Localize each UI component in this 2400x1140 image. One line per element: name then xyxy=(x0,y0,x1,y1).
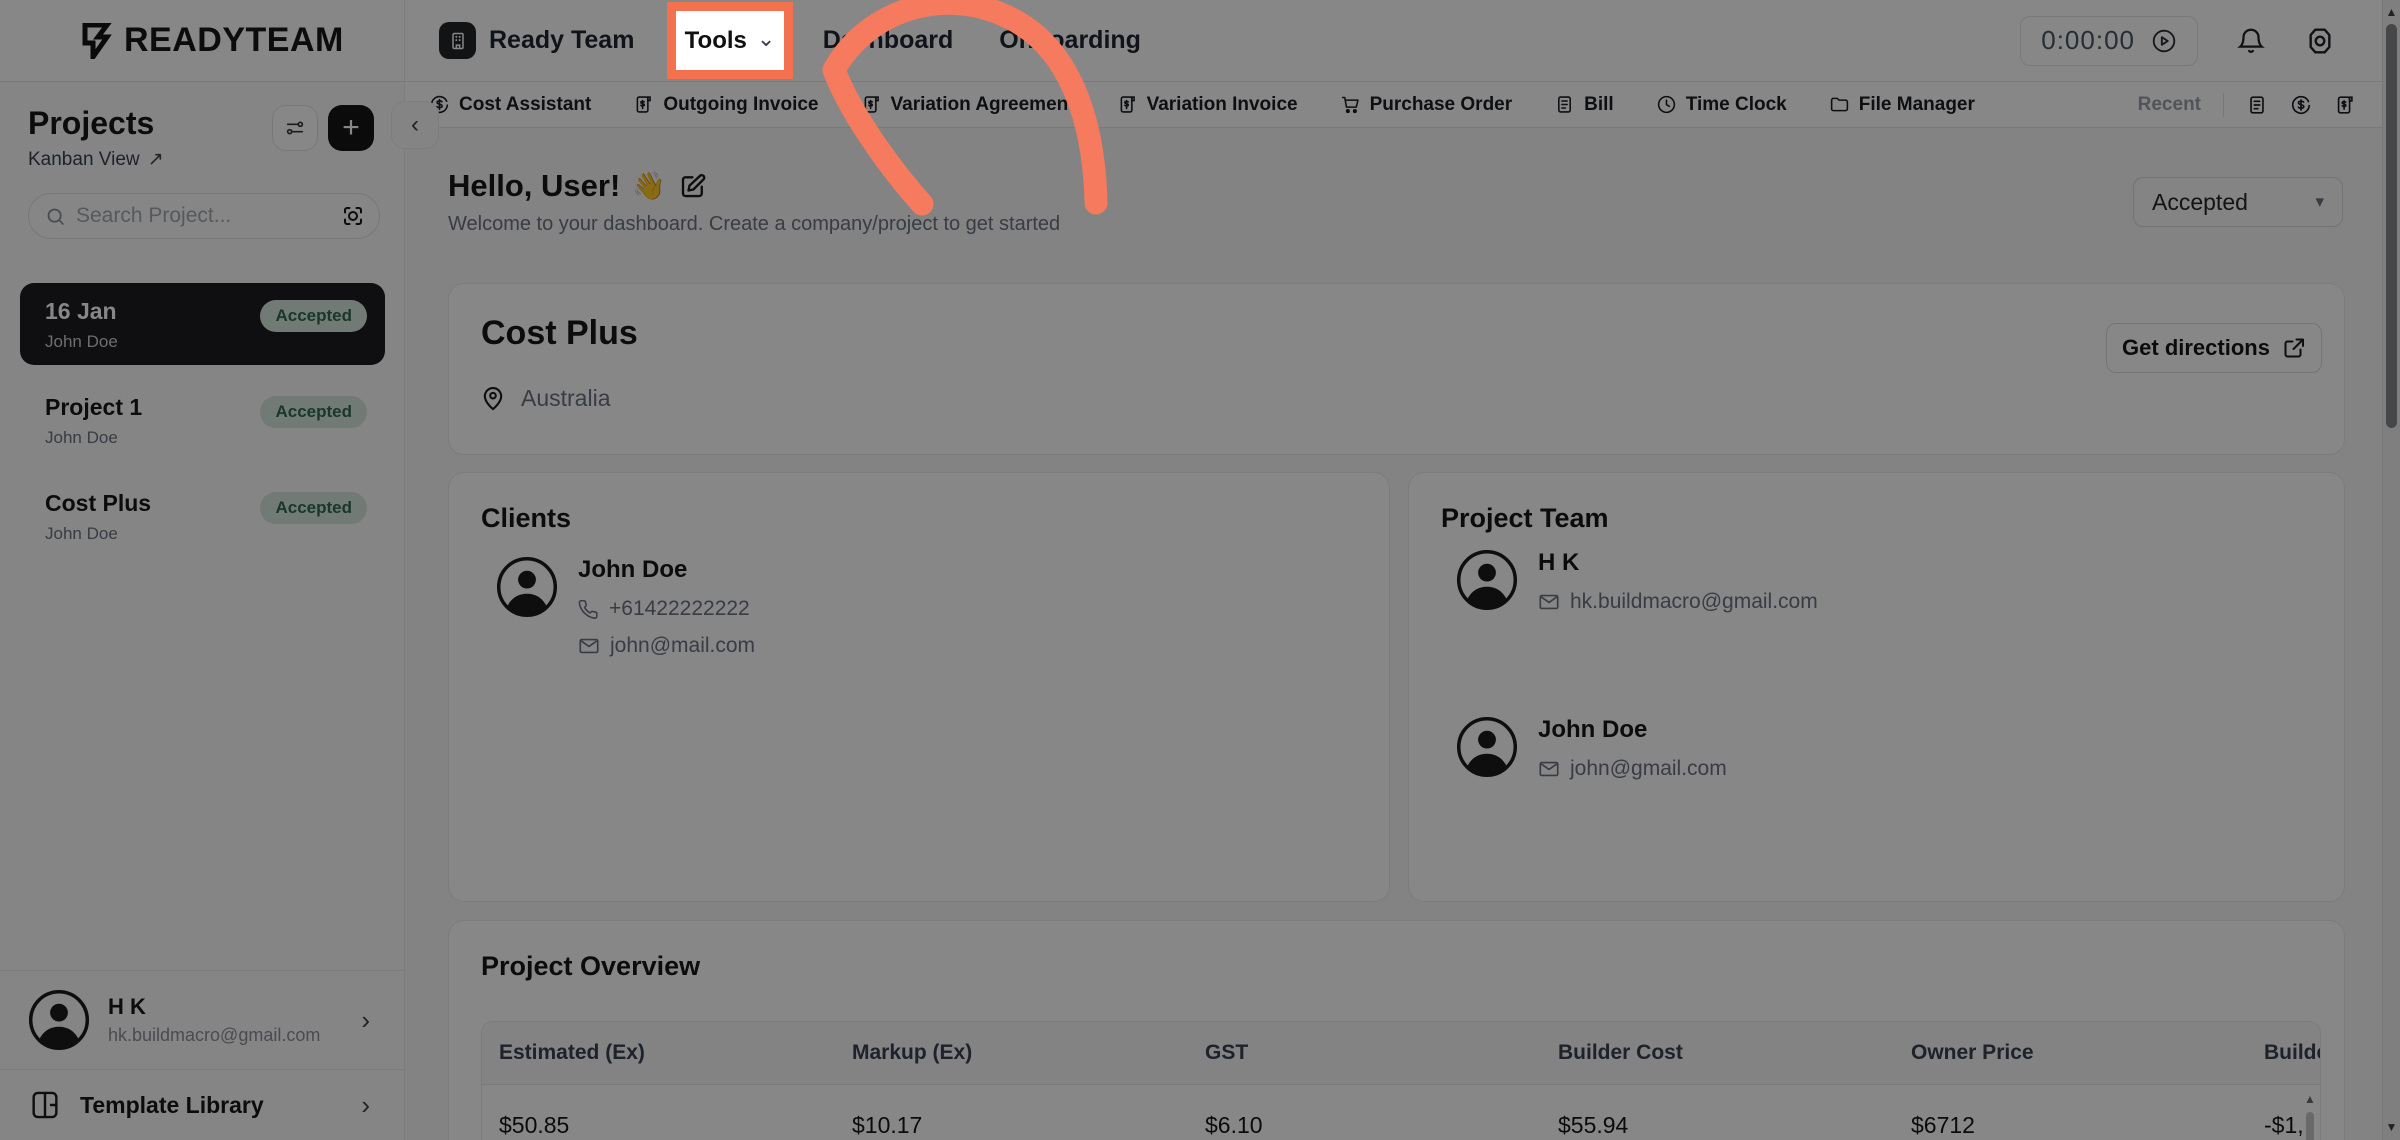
tools-highlight-label: Tools xyxy=(685,27,747,55)
app-root: READYTEAM Ready Team Tools ⌄ Dashboard xyxy=(0,0,2400,1140)
dim-overlay xyxy=(0,0,2400,1140)
tools-highlight-button[interactable]: Tools ⌄ xyxy=(667,2,793,79)
chevron-down-icon: ⌄ xyxy=(757,26,775,52)
